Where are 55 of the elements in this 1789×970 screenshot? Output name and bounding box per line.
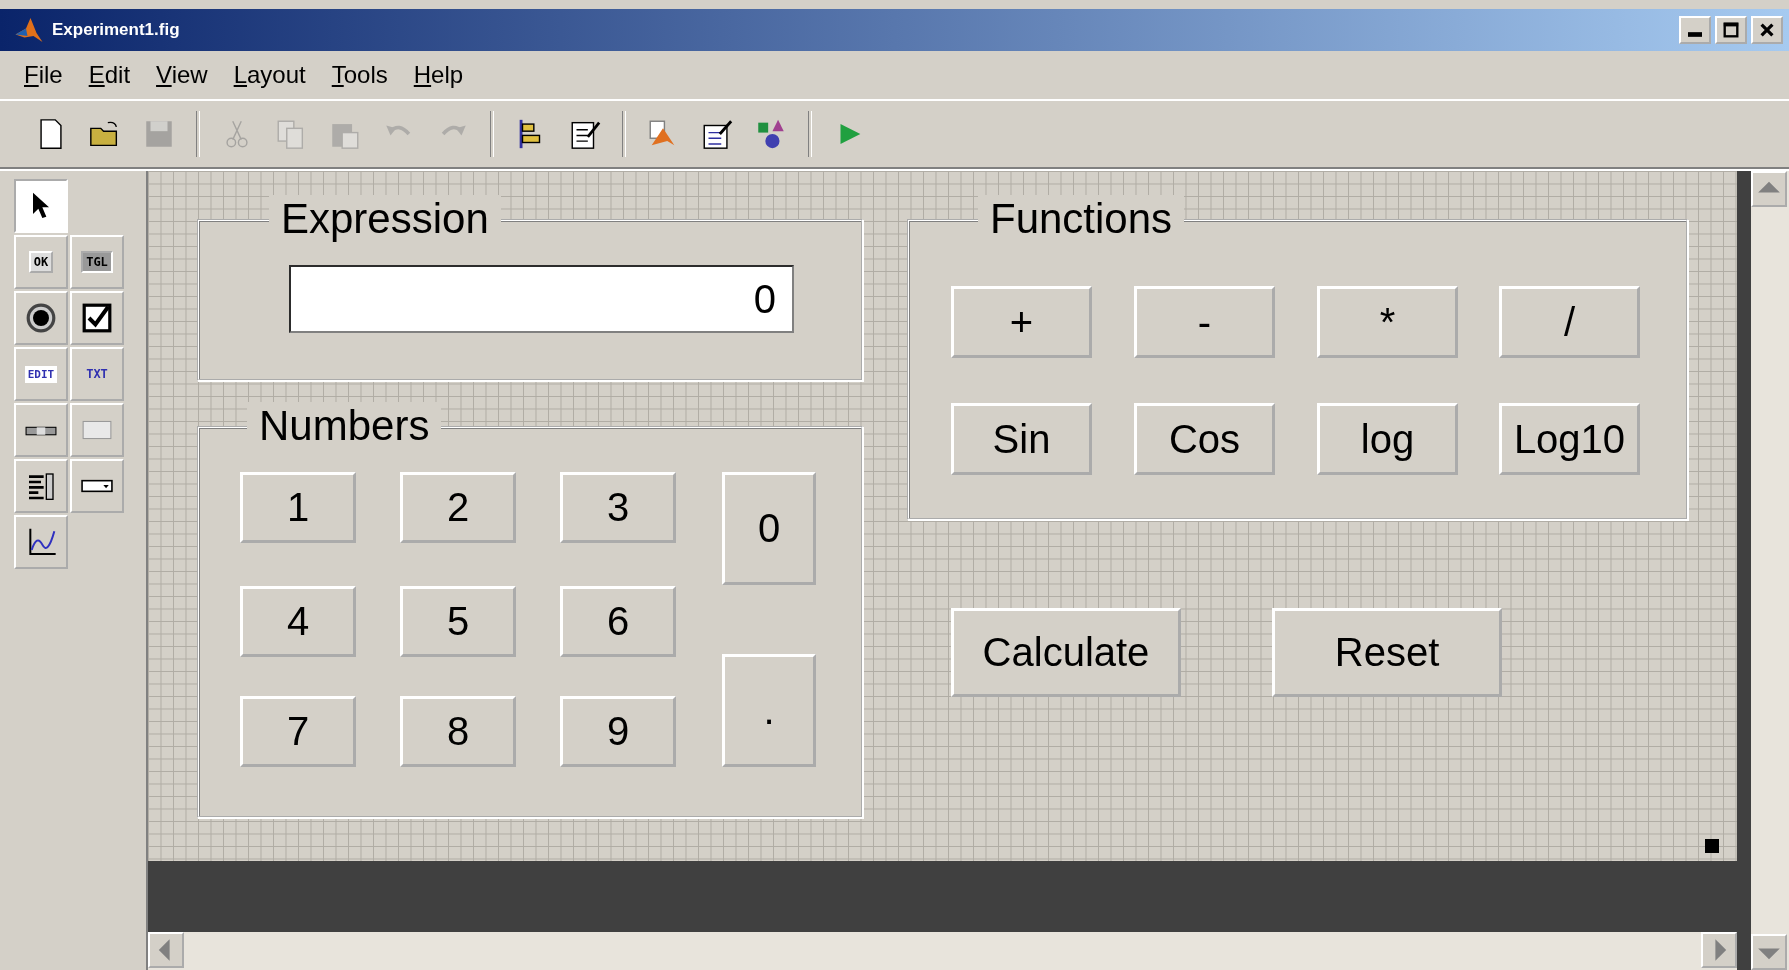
function-button[interactable]: Sin — [951, 403, 1092, 475]
toggle-tool[interactable]: TGL — [70, 235, 124, 289]
scroll-up-icon[interactable] — [1751, 171, 1787, 207]
number-button[interactable]: 2 — [400, 472, 516, 543]
number-button[interactable]: 0 — [722, 472, 816, 585]
action-button[interactable]: Calculate — [951, 608, 1181, 697]
number-button[interactable]: 4 — [240, 586, 356, 657]
function-button[interactable]: Cos — [1134, 403, 1275, 475]
expression-field[interactable]: 0 — [289, 265, 794, 333]
resize-handle[interactable] — [1705, 839, 1719, 853]
function-button[interactable]: / — [1499, 286, 1640, 358]
close-button[interactable] — [1751, 16, 1783, 44]
menu-item[interactable]: Tools — [331, 61, 388, 89]
slider-tool[interactable] — [14, 403, 68, 457]
maximize-button[interactable] — [1715, 16, 1747, 44]
number-button[interactable]: 7 — [240, 696, 356, 767]
number-button[interactable]: 8 — [400, 696, 516, 767]
function-button[interactable]: + — [951, 286, 1092, 358]
menu-item[interactable]: Edit — [88, 61, 131, 89]
listbox-tool[interactable] — [14, 459, 68, 513]
number-button[interactable]: 6 — [560, 586, 676, 657]
number-button[interactable]: 3 — [560, 472, 676, 543]
panel-title: Expression — [269, 195, 501, 243]
number-button[interactable]: 5 — [400, 586, 516, 657]
text-tool[interactable]: TXT — [70, 347, 124, 401]
scroll-right-icon[interactable] — [1701, 932, 1737, 968]
minimize-button[interactable] — [1679, 16, 1711, 44]
edit-tool[interactable]: EDIT — [14, 347, 68, 401]
function-button[interactable]: Log10 — [1499, 403, 1640, 475]
number-button[interactable]: 9 — [560, 696, 676, 767]
scroll-down-icon[interactable] — [1751, 934, 1787, 970]
horizontal-scrollbar[interactable] — [148, 932, 1737, 970]
scroll-left-icon[interactable] — [148, 932, 184, 968]
function-button[interactable]: * — [1317, 286, 1458, 358]
function-button[interactable]: log — [1317, 403, 1458, 475]
pointer-tool[interactable] — [14, 179, 68, 233]
checkbox-icon — [81, 302, 113, 334]
window-title: Experiment1.fig — [52, 20, 181, 40]
menu-item[interactable]: Help — [413, 61, 464, 89]
number-button[interactable]: 1 — [240, 472, 356, 543]
menu-item[interactable]: Layout — [233, 61, 306, 89]
popup-tool[interactable] — [70, 459, 124, 513]
layout-canvas[interactable]: Expression 0 Numbers 1 2 3 0 4 5 6 7 8 9 . Functions + - * / Sin Cos log Log10 Calculate Reset — [148, 171, 1737, 861]
menu-item[interactable]: View — [156, 61, 208, 89]
number-button[interactable]: . — [722, 654, 816, 767]
minimize-icon — [1688, 32, 1702, 37]
radio-tool[interactable] — [14, 291, 68, 345]
check-tool[interactable] — [70, 291, 124, 345]
vertical-scrollbar[interactable] — [1737, 171, 1789, 970]
action-button[interactable]: Reset — [1272, 608, 1502, 697]
function-button[interactable]: - — [1134, 286, 1275, 358]
push-tool[interactable]: OK — [14, 235, 68, 289]
axes-tool[interactable] — [14, 515, 68, 569]
menu-item[interactable]: File — [24, 61, 63, 89]
radio-icon — [25, 302, 57, 334]
